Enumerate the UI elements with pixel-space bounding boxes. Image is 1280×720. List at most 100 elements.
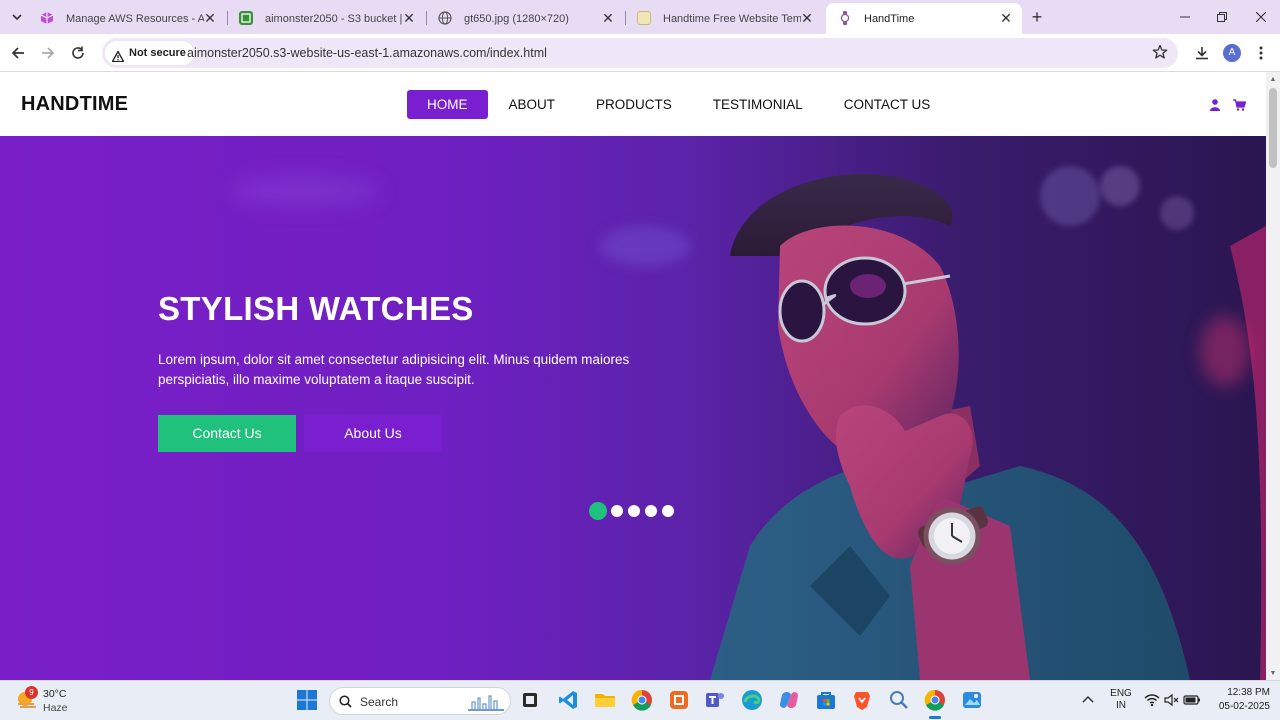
url-text[interactable]: aimonster2050.s3-website-us-east-1.amazo… (187, 46, 547, 60)
chrome-icon[interactable] (631, 689, 653, 711)
globe-icon (438, 11, 452, 25)
windows-start-icon[interactable] (296, 689, 318, 711)
slide-dot-3[interactable] (628, 505, 640, 517)
tab-handtime-template[interactable]: Handtime Free Website Templa ✕ (625, 3, 823, 34)
page-thumbnail-icon (637, 11, 651, 25)
site-header: HANDTIME HOME ABOUT PRODUCTS TESTIMONIAL… (0, 72, 1266, 136)
tab-search-chevron-icon[interactable] (6, 6, 28, 28)
search-icon (339, 695, 352, 713)
weather-widget[interactable]: 9 30°C Haze (14, 686, 68, 717)
site-brand-logo[interactable]: HANDTIME (21, 93, 128, 116)
slide-dot-4[interactable] (645, 505, 657, 517)
tab-image-gt650[interactable]: gt650.jpg (1280×720) ✕ (426, 3, 624, 34)
chrome-profile-active-icon[interactable] (924, 689, 946, 719)
tab-handtime[interactable]: HandTime ✕ (826, 3, 1022, 34)
input-language-indicator[interactable]: ENG IN (1105, 688, 1137, 712)
hero-slider: STYLISH WATCHES Lorem ipsum, dolor sit a… (0, 136, 1266, 680)
tab-close-icon[interactable]: ✕ (998, 10, 1014, 26)
tab-title: Handtime Free Website Templa (663, 12, 801, 25)
bokeh-light (230, 176, 380, 206)
s3-bucket-icon (239, 11, 253, 25)
weather-temperature: 30°C (43, 688, 67, 700)
wifi-icon[interactable] (1144, 689, 1162, 711)
scroll-up-arrow-icon[interactable]: ▲ (1269, 76, 1277, 84)
snipping-tool-icon[interactable] (888, 689, 910, 711)
scroll-down-arrow-icon[interactable]: ▼ (1269, 670, 1277, 678)
nav-testimonial[interactable]: TESTIMONIAL (693, 90, 823, 119)
brave-icon[interactable] (851, 689, 873, 711)
page-scrollbar[interactable]: ▲ ▼ (1266, 72, 1280, 680)
windows-taskbar: 9 30°C Haze Search ENG IN 12:38 PM 05-02… (0, 680, 1280, 720)
microsoft-store-icon[interactable] (815, 689, 837, 711)
model-with-watch-image (710, 174, 1266, 680)
nav-home[interactable]: HOME (407, 90, 488, 119)
show-hidden-icons-chevron-icon[interactable] (1079, 689, 1097, 711)
battery-icon[interactable] (1183, 689, 1201, 711)
profile-avatar[interactable]: A (1222, 43, 1242, 63)
task-view-icon[interactable] (519, 689, 541, 711)
slide-dot-1[interactable] (589, 502, 607, 520)
page-viewport: HANDTIME HOME ABOUT PRODUCTS TESTIMONIAL… (0, 72, 1280, 680)
vscode-icon[interactable] (557, 689, 579, 711)
shopping-cart-icon[interactable] (1233, 98, 1247, 111)
bookmark-star-icon[interactable] (1152, 44, 1168, 65)
slide-dot-2[interactable] (611, 505, 623, 517)
weather-alert-badge: 9 (25, 686, 38, 699)
scroll-thumb[interactable] (1269, 88, 1277, 168)
app-orange-icon[interactable] (668, 689, 690, 711)
browser-tab-strip: Manage AWS Resources - AWS ✕ aimonster20… (0, 0, 1280, 34)
hero-description: Lorem ipsum, dolor sit amet consectetur … (158, 352, 630, 387)
restore-icon[interactable] (1211, 6, 1233, 28)
aws-cube-icon (40, 11, 54, 25)
photos-icon[interactable] (961, 689, 983, 711)
tab-close-icon[interactable]: ✕ (202, 10, 218, 26)
address-bar[interactable]: Not secure aimonster2050.s3-website-us-e… (102, 38, 1178, 68)
tab-close-icon[interactable]: ✕ (600, 10, 616, 26)
tab-s3-bucket[interactable]: aimonster2050 - S3 bucket | S3 ✕ (227, 3, 425, 34)
about-us-button[interactable]: About Us (304, 415, 442, 452)
minimize-icon[interactable] (1174, 6, 1196, 28)
active-app-indicator (929, 716, 941, 719)
weather-description: Haze (43, 702, 68, 714)
new-tab-plus-icon[interactable]: + (1027, 7, 1047, 27)
warning-triangle-icon (111, 47, 125, 71)
tab-title: aimonster2050 - S3 bucket | S3 (265, 12, 403, 25)
language-code: ENG (1110, 688, 1132, 699)
profile-initial: A (1223, 44, 1241, 62)
copilot-icon[interactable] (778, 689, 800, 711)
site-security-chip[interactable]: Not secure (105, 41, 194, 65)
tab-title: HandTime (864, 12, 915, 25)
reload-icon[interactable] (68, 43, 88, 63)
security-label: Not secure (129, 47, 186, 59)
bokeh-light (600, 226, 690, 266)
nav-about[interactable]: ABOUT (489, 90, 576, 119)
tab-aws-resources[interactable]: Manage AWS Resources - AWS ✕ (28, 3, 226, 34)
search-label: Search (360, 695, 399, 709)
contact-us-button[interactable]: Contact Us (158, 415, 296, 452)
kebab-menu-icon[interactable] (1251, 43, 1271, 63)
system-clock[interactable]: 12:38 PM 05-02-2025 (1219, 686, 1270, 714)
slider-indicators (589, 502, 679, 520)
forward-arrow-icon[interactable] (38, 43, 58, 63)
clock-time: 12:38 PM (1227, 687, 1270, 698)
download-icon[interactable] (1192, 43, 1212, 63)
teams-icon[interactable] (704, 689, 726, 711)
browser-toolbar: Not secure aimonster2050.s3-website-us-e… (0, 34, 1280, 72)
nav-contact-us[interactable]: CONTACT US (824, 90, 951, 119)
edge-icon[interactable] (741, 689, 763, 711)
tab-close-icon[interactable]: ✕ (799, 10, 815, 26)
back-arrow-icon[interactable] (8, 43, 28, 63)
file-explorer-icon[interactable] (594, 689, 616, 711)
window-close-icon[interactable] (1250, 6, 1272, 28)
hero-title: STYLISH WATCHES (158, 290, 474, 327)
clock-date: 05-02-2025 (1218, 701, 1270, 712)
slide-dot-5[interactable] (662, 505, 674, 517)
tab-close-icon[interactable]: ✕ (401, 10, 417, 26)
nav-products[interactable]: PRODUCTS (576, 90, 692, 119)
tab-title: Manage AWS Resources - AWS (66, 12, 204, 25)
search-highlight-skyline-icon (468, 692, 504, 717)
user-icon[interactable] (1210, 98, 1222, 111)
taskbar-search-box[interactable]: Search (329, 687, 511, 715)
speaker-muted-icon[interactable] (1163, 689, 1181, 711)
watch-favicon-icon (838, 11, 852, 25)
